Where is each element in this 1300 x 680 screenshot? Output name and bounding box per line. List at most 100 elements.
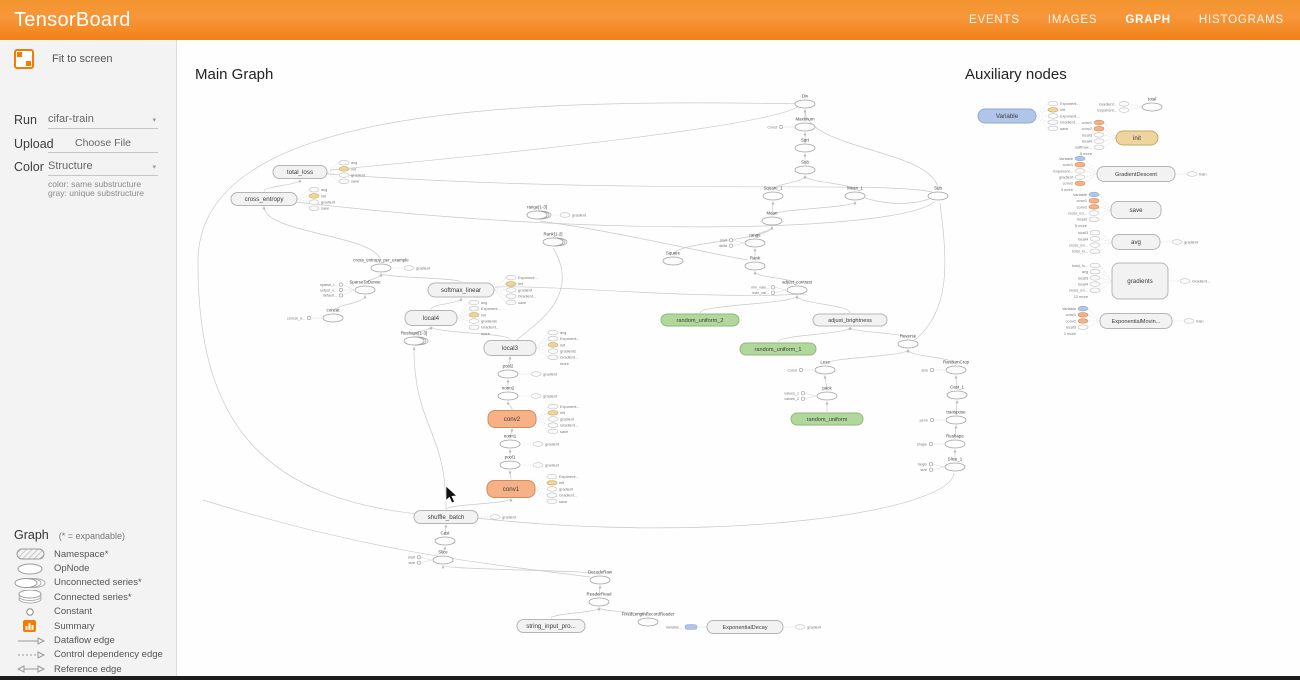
svg-text:SparseToDense: SparseToDense [349, 280, 381, 285]
color-select[interactable]: Structure ▾ [48, 160, 158, 176]
svg-text:Gradient...: Gradient... [1060, 120, 1078, 125]
graph-node-range13[interactable]: range[1-3] [527, 205, 551, 220]
graph-node-square1[interactable]: Square_1 [763, 186, 783, 201]
graph-node-sub2[interactable]: Sub [928, 186, 948, 201]
graph-node-rangeN[interactable]: range [745, 233, 765, 248]
svg-text:Slice_1: Slice_1 [948, 457, 963, 462]
graph-node-readerread[interactable]: ReaderRead [587, 592, 612, 607]
svg-text:total_loss: total_loss [287, 169, 313, 176]
graph-node-variable[interactable]: Variable [978, 109, 1036, 123]
graph-node-reshape[interactable]: Reshape [945, 434, 965, 449]
graph-node-cross_entropy[interactable]: cross_entropy [231, 193, 297, 206]
svg-text:FixedLengthRecordReader: FixedLengthRecordReader [622, 612, 675, 617]
graph-node-reverse[interactable]: Reverse [898, 334, 918, 349]
graph-node-ru2[interactable]: random_uniform_2 [661, 314, 739, 326]
graph-node-concat[interactable]: concat [323, 308, 343, 323]
fit-to-screen-icon[interactable] [14, 49, 34, 69]
reference-edge-icon [14, 664, 48, 674]
graph-node-norm1[interactable]: norm1 [500, 434, 520, 449]
graph-node-decoderaw[interactable]: DecodeRaw [588, 570, 613, 585]
graph-node-mean1[interactable]: Mean_1 [845, 186, 865, 201]
color-select-value: Structure [48, 160, 93, 172]
graph-node-flrr[interactable]: FixedLengthRecordReader [622, 612, 675, 627]
run-select[interactable]: cifar-train ▾ [48, 113, 158, 129]
svg-text:Exponent...: Exponent... [1060, 113, 1080, 118]
graph-node-conv1[interactable]: conv1 [487, 481, 535, 498]
graph-node-avg_aux[interactable]: avg [1112, 235, 1160, 250]
choose-file-button[interactable]: Choose File [48, 137, 158, 153]
svg-text:Square: Square [666, 251, 681, 256]
graph-node-pool1[interactable]: pool1 [500, 455, 520, 470]
svg-text:cross_entropy: cross_entropy [245, 196, 285, 203]
graph-node-cast[interactable]: Cast [435, 531, 455, 546]
graph-node-sip[interactable]: string_input_pro... [517, 620, 585, 633]
graph-node-pack[interactable]: pack [817, 386, 837, 401]
graph-node-local3[interactable]: local3 [484, 341, 536, 356]
svg-text:gradient: gradient [1059, 175, 1074, 180]
graph-node-adjb[interactable]: adjust_brightness [813, 314, 887, 326]
graph-node-rank12[interactable]: Rank[1-2] [543, 232, 567, 247]
svg-text:Exponent...: Exponent... [559, 474, 579, 479]
svg-text:concat_d...: concat_d... [287, 316, 305, 320]
graph-node-sub[interactable]: Sub [795, 160, 815, 175]
graph-node-std[interactable]: SparseToDense [349, 280, 381, 295]
svg-text:Less: Less [820, 360, 830, 365]
graph-node-softmax_linear[interactable]: softmax_linear [428, 283, 494, 297]
tab-images[interactable]: IMAGES [1048, 14, 1098, 26]
graph-node-ema[interactable]: ExponentialMovin... [1100, 314, 1172, 329]
legend-item-connected-series: Connected series* [14, 590, 164, 604]
legend-item-unconnected-series: Unconnected series* [14, 576, 164, 590]
fit-to-screen-button[interactable]: Fit to screen [14, 49, 113, 69]
svg-text:concat: concat [327, 308, 341, 313]
legend-item-opnode: OpNode [14, 561, 164, 575]
legend-title: Graph [14, 528, 49, 542]
graph-node-gradients_aux[interactable]: gradients [1112, 263, 1168, 299]
graph-node-ru1[interactable]: random_uniform_1 [740, 343, 816, 355]
graph-node-ru[interactable]: random_uniform [791, 413, 863, 425]
graph-node-save_aux[interactable]: save [1111, 202, 1161, 219]
top-nav: EVENTS IMAGES GRAPH HISTOGRAMS [969, 0, 1284, 40]
graph-node-adjc[interactable]: adjust_contrast [782, 280, 813, 295]
graph-node-reshape13[interactable]: Reshape[1-3] [401, 331, 428, 346]
tab-events[interactable]: EVENTS [969, 14, 1020, 26]
graph-node-cast1[interactable]: Cast_1 [947, 385, 967, 400]
svg-text:Variable...: Variable... [666, 625, 682, 629]
svg-text:avg: avg [351, 160, 357, 165]
graph-node-init_aux[interactable]: init [1116, 131, 1158, 145]
graph-node-randomcrop[interactable]: RandomCrop [943, 360, 970, 375]
graph-node-gd[interactable]: GradientDescent [1097, 167, 1175, 182]
graph-node-square[interactable]: Square [663, 251, 683, 266]
graph-node-slice1[interactable]: Slice_1 [945, 457, 965, 472]
graph-node-cepe[interactable]: cross_entropy_per_example [353, 258, 409, 273]
svg-text:gradient: gradient [559, 486, 574, 491]
computation-graph-svg[interactable]: total_lossavginitgradientsavecross_entro… [0, 40, 1300, 680]
graph-node-total[interactable]: total [1142, 97, 1162, 112]
svg-text:cross_en...: cross_en... [1069, 243, 1088, 248]
tab-histograms[interactable]: HISTOGRAMS [1199, 14, 1284, 26]
svg-text:Slice: Slice [438, 550, 448, 555]
graph-node-maximum[interactable]: Maximum [795, 117, 815, 132]
svg-text:gradient: gradient [321, 200, 336, 205]
tab-graph[interactable]: GRAPH [1125, 14, 1171, 26]
graph-node-local4[interactable]: local4 [405, 311, 457, 326]
graph-node-total_loss[interactable]: total_loss [273, 166, 327, 179]
svg-text:gradients: gradients [481, 319, 497, 324]
graph-node-sqrt[interactable]: Sqrt [795, 138, 815, 153]
graph-node-rank[interactable]: Rank [745, 256, 765, 271]
graph-node-transpose[interactable]: transpose [946, 410, 966, 425]
app-header: TensorBoard EVENTS IMAGES GRAPH HISTOGRA… [0, 0, 1300, 40]
graph-node-conv2[interactable]: conv2 [488, 411, 536, 428]
svg-text:init: init [481, 312, 487, 317]
graph-node-norm2[interactable]: norm2 [498, 386, 518, 401]
svg-text:conv1: conv1 [1077, 198, 1087, 203]
graph-node-div[interactable]: Div [795, 94, 815, 109]
graph-node-shuffle_batch[interactable]: shuffle_batch [414, 511, 478, 524]
svg-text:sparse_i...: sparse_i... [320, 283, 337, 287]
svg-text:Gradient...: Gradient... [518, 294, 536, 299]
graph-node-expdecay[interactable]: ExponentialDecay [707, 621, 783, 634]
graph-node-pool2[interactable]: pool2 [498, 364, 518, 379]
svg-text:adjust_contrast: adjust_contrast [782, 280, 813, 285]
svg-text:Variable: Variable [1062, 306, 1076, 311]
graph-node-slice[interactable]: Slice [433, 550, 453, 565]
svg-text:save: save [560, 429, 568, 434]
